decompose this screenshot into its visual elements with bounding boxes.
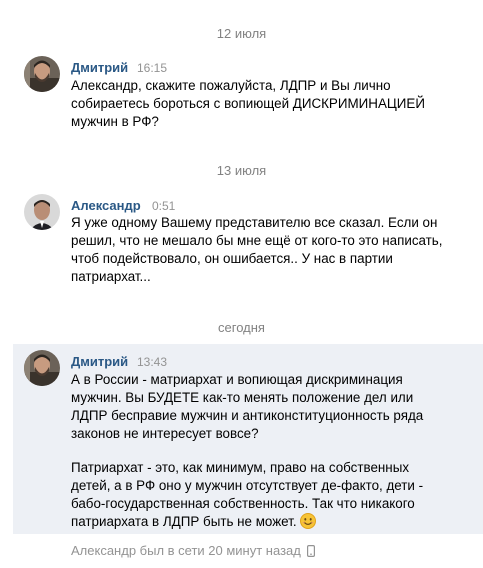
message-text-line: патриархат... bbox=[71, 269, 151, 284]
message-item: Александр 0:51 Я уже одному Вашему предс… bbox=[0, 188, 483, 298]
message-text-line: мужчин в РФ? bbox=[71, 114, 159, 129]
message-text: Александр, скажите пожалуйста, ЛДПР и Вы… bbox=[71, 77, 425, 131]
message-text-fragment: патриархата в ЛДПР быть не может. bbox=[71, 514, 297, 529]
message-text-line: Александр, скажите пожалуйста, ЛДПР и Вы… bbox=[71, 78, 391, 93]
message-item: Дмитрий 16:15 Александр, скажите пожалуй… bbox=[0, 50, 483, 140]
message-text-line: мужчин. Вы БУДЕТЕ как-то менять положени… bbox=[71, 390, 414, 405]
message-text-line: А в России - матриархат и вопиющая дискр… bbox=[71, 372, 403, 387]
date-separator-today: сегодня bbox=[218, 320, 265, 335]
message-text: Патриархат - это, как минимум, право на … bbox=[71, 459, 423, 531]
online-status-text: Александр был в сети 20 минут назад bbox=[71, 543, 301, 558]
message-text-line: ЛДПР бесправие мужчин и антиконституцион… bbox=[71, 408, 424, 423]
message-time[interactable]: 16:15 bbox=[137, 61, 167, 75]
message-author[interactable]: Александр bbox=[71, 198, 141, 213]
smiling-face-icon bbox=[299, 513, 316, 529]
message-text: А в России - матриархат и вопиющая дискр… bbox=[71, 371, 423, 443]
avatar-dmitry[interactable] bbox=[24, 350, 60, 386]
message-author[interactable]: Дмитрий bbox=[71, 354, 128, 369]
mobile-phone-icon bbox=[306, 545, 315, 560]
date-separator-12-july: 12 июля bbox=[216, 26, 267, 41]
avatar-alexander[interactable] bbox=[24, 194, 60, 230]
date-separator-13-july: 13 июля bbox=[216, 163, 267, 178]
message-text-line: решил, что не мешало бы мне ещё от кого-… bbox=[71, 233, 443, 248]
message-time[interactable]: 0:51 bbox=[152, 199, 175, 213]
message-text-line: бабо-государственная собственность. Так … bbox=[71, 496, 415, 511]
message-text-line-last: патриархата в ЛДПР быть не может. bbox=[71, 513, 423, 531]
message-text-line: чтоб подействовало, он ошибается.. У нас… bbox=[71, 251, 393, 266]
message-text-line: собираетесь бороться с вопиющей ДИСКРИМИ… bbox=[71, 96, 425, 111]
online-status: Александр был в сети 20 минут назад bbox=[71, 543, 315, 560]
message-text-line: Патриархат - это, как минимум, право на … bbox=[71, 460, 410, 475]
message-text: Я уже одному Вашему представителю все ск… bbox=[71, 214, 443, 286]
message-text-line: детей, а в РФ оно у мужчин отсутствует д… bbox=[71, 478, 424, 493]
message-time[interactable]: 13:43 bbox=[137, 355, 167, 369]
message-author[interactable]: Дмитрий bbox=[71, 60, 128, 75]
message-text-line: законов не интересует вовсе? bbox=[71, 426, 259, 441]
avatar-dmitry[interactable] bbox=[24, 56, 60, 92]
message-text-line: Я уже одному Вашему представителю все ск… bbox=[71, 215, 438, 230]
message-item-highlighted[interactable]: Дмитрий 13:43 А в России - матриархат и … bbox=[13, 344, 483, 534]
